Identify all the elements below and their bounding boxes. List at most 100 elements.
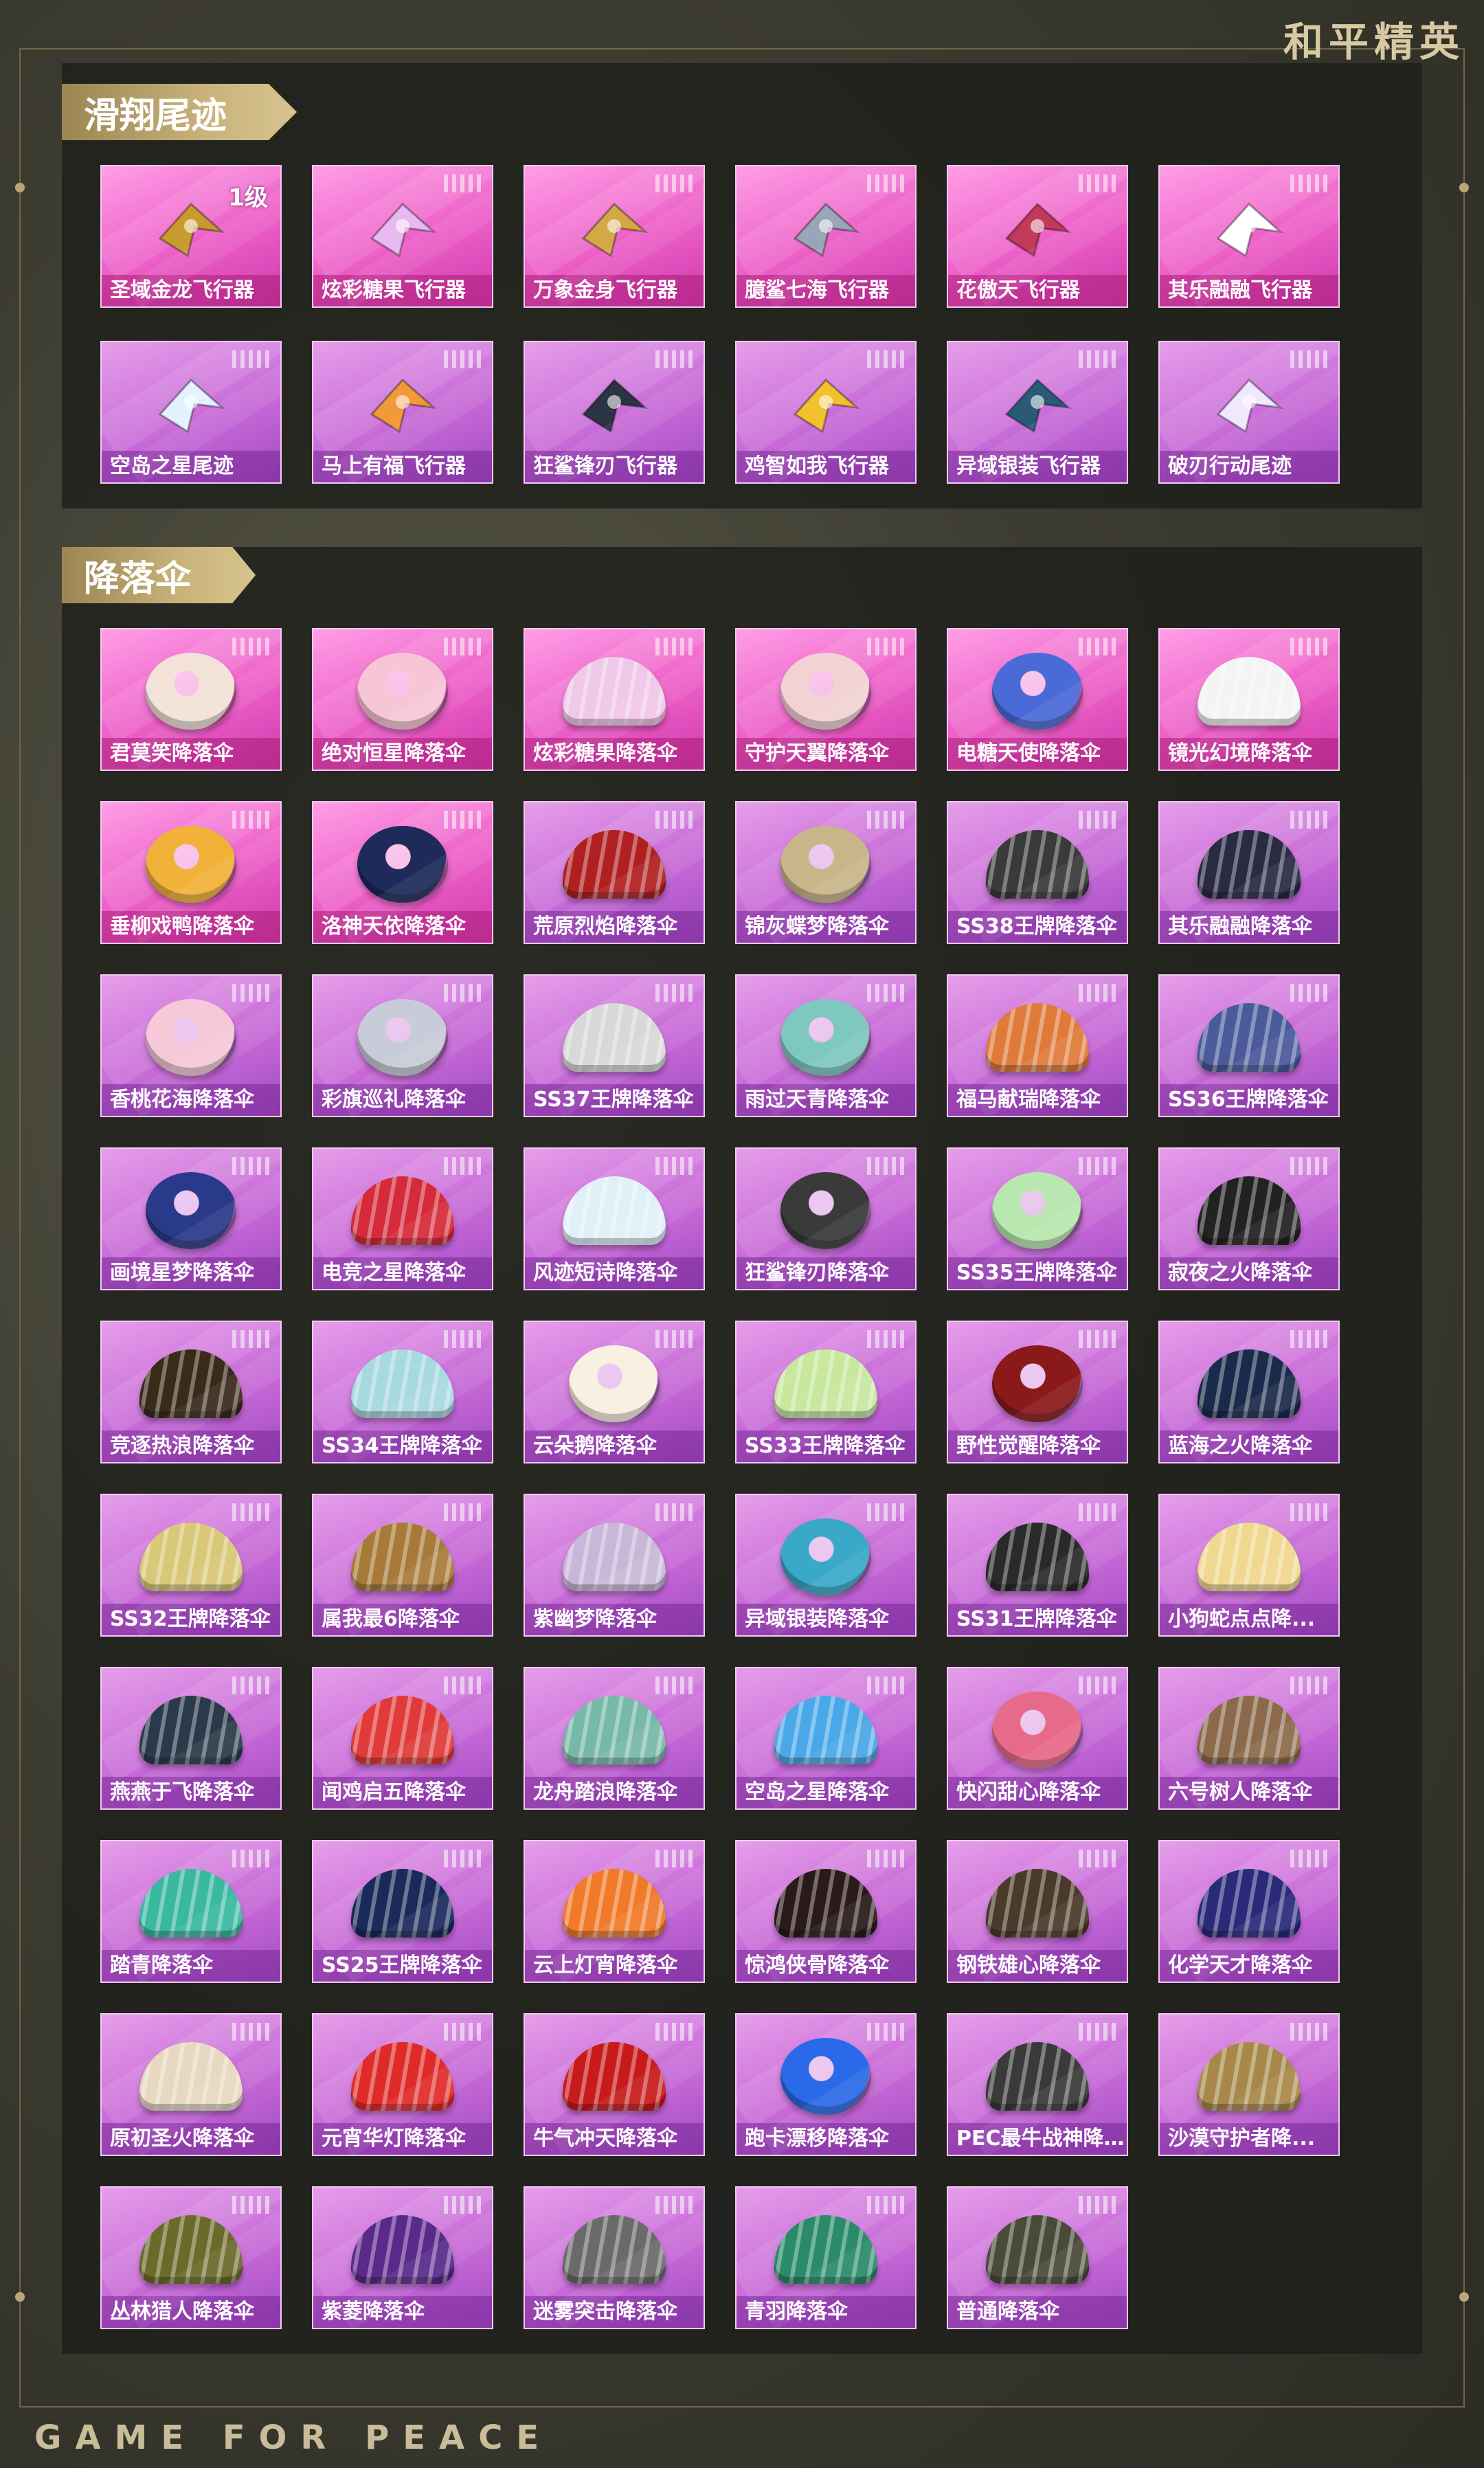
parachute-item-card[interactable]: 云朵鹅降落伞	[524, 1321, 705, 1463]
parachute-item-card[interactable]: 福马献瑞降落伞	[947, 974, 1128, 1117]
parachute-item-card[interactable]: 元宵华灯降落伞	[312, 2013, 493, 2156]
rarity-stripes-icon	[1079, 1676, 1116, 1694]
parachute-item-card[interactable]: 绝对恒星降落伞	[312, 628, 493, 771]
parachute-item-card[interactable]: 洛神天依降落伞	[312, 801, 493, 944]
parachute-item-card[interactable]: SS32王牌降落伞	[100, 1494, 282, 1637]
parachute-item-card[interactable]: SS31王牌降落伞	[947, 1494, 1128, 1637]
parachute-item-card[interactable]: 燕燕于飞降落伞	[100, 1667, 282, 1810]
item-name-label: 其乐融融降落伞	[1160, 911, 1338, 943]
parachute-item-card[interactable]: 炫彩糖果降落伞	[524, 628, 705, 771]
parachute-item-card[interactable]: 迷雾突击降落伞	[524, 2186, 705, 2329]
parachute-item-card[interactable]: 沙漠守护者降...	[1158, 2013, 1340, 2156]
trail-item-card[interactable]: 马上有福飞行器	[312, 341, 493, 484]
parachute-item-card[interactable]: 镜光幻境降落伞	[1158, 628, 1340, 771]
trail-item-card[interactable]: 其乐融融飞行器	[1158, 165, 1340, 308]
parachute-item-card[interactable]: 画境星梦降落伞	[100, 1147, 282, 1290]
parachute-item-card[interactable]: 电糖天使降落伞	[947, 628, 1128, 771]
trail-item-card[interactable]: 炫彩糖果飞行器	[312, 165, 493, 308]
rarity-stripes-icon	[655, 1503, 693, 1521]
parachute-item-card[interactable]: 异域银装降落伞	[735, 1494, 917, 1637]
parachute-item-card[interactable]: 竞逐热浪降落伞	[100, 1321, 282, 1463]
parachute-item-card[interactable]: 青羽降落伞	[735, 2186, 917, 2329]
parachute-icon	[357, 653, 448, 730]
parachute-item-card[interactable]: 紫菱降落伞	[312, 2186, 493, 2329]
parachute-item-card[interactable]: SS34王牌降落伞	[312, 1321, 493, 1463]
rarity-stripes-icon	[444, 984, 481, 1002]
trail-item-card[interactable]: 花傲天飞行器	[947, 165, 1128, 308]
parachute-item-card[interactable]: 属我最6降落伞	[312, 1494, 493, 1637]
parachute-item-card[interactable]: 君莫笑降落伞	[100, 628, 282, 771]
item-name-label: 紫菱降落伞	[313, 2296, 492, 2328]
parachute-item-card[interactable]: SS36王牌降落伞	[1158, 974, 1340, 1117]
parachute-item-card[interactable]: 垂柳戏鸭降落伞	[100, 801, 282, 944]
parachute-item-card[interactable]: SS35王牌降落伞	[947, 1147, 1128, 1290]
parachute-item-card[interactable]: 野性觉醒降落伞	[947, 1321, 1128, 1463]
item-name-label: 破刃行动尾迹	[1160, 451, 1338, 482]
item-name-label: 蓝海之火降落伞	[1160, 1431, 1338, 1462]
parachute-item-card[interactable]: SS37王牌降落伞	[524, 974, 705, 1117]
parachute-item-card[interactable]: 六号树人降落伞	[1158, 1667, 1340, 1810]
trail-item-card[interactable]: 异域银装飞行器	[947, 341, 1128, 484]
parachute-item-card[interactable]: PEC最牛战神降...	[947, 2013, 1128, 2156]
parachute-item-card[interactable]: 惊鸿侠骨降落伞	[735, 1840, 917, 1983]
parachute-item-card[interactable]: 原初圣火降落伞	[100, 2013, 282, 2156]
parachute-item-card[interactable]: 丛林猎人降落伞	[100, 2186, 282, 2329]
item-name-label: 守护天翼降落伞	[737, 738, 915, 770]
parachute-item-card[interactable]: SS38王牌降落伞	[947, 801, 1128, 944]
trail-item-card[interactable]: 鸡智如我飞行器	[735, 341, 917, 484]
parachute-item-card[interactable]: 龙舟踏浪降落伞	[524, 1667, 705, 1810]
parachute-item-card[interactable]: 牛气冲天降落伞	[524, 2013, 705, 2156]
parachute-item-card[interactable]: SS25王牌降落伞	[312, 1840, 493, 1983]
trail-item-card[interactable]: 狂鲨锋刃飞行器	[524, 341, 705, 484]
parachute-item-card[interactable]: 快闪甜心降落伞	[947, 1667, 1128, 1810]
parachute-item-card[interactable]: 空岛之星降落伞	[735, 1667, 917, 1810]
trail-item-card[interactable]: 1级 圣域金龙飞行器	[100, 165, 282, 308]
item-name-label: SS35王牌降落伞	[948, 1257, 1127, 1289]
parachute-item-card[interactable]: 守护天翼降落伞	[735, 628, 917, 771]
trail-item-card[interactable]: 万象金身飞行器	[524, 165, 705, 308]
trail-item-card[interactable]: 破刃行动尾迹	[1158, 341, 1340, 484]
trail-item-card[interactable]: 臆鲨七海飞行器	[735, 165, 917, 308]
parachute-item-card[interactable]: 闻鸡启五降落伞	[312, 1667, 493, 1810]
parachute-item-card[interactable]: 彩旗巡礼降落伞	[312, 974, 493, 1117]
rarity-stripes-icon	[1079, 811, 1116, 829]
parachute-item-card[interactable]: 云上灯宵降落伞	[524, 1840, 705, 1983]
rarity-stripes-icon	[232, 811, 269, 829]
parachute-item-card[interactable]: 风迹短诗降落伞	[524, 1147, 705, 1290]
item-name-label: 惊鸿侠骨降落伞	[737, 1950, 915, 1982]
trail-item-card[interactable]: 空岛之星尾迹	[100, 341, 282, 484]
parachute-item-card[interactable]: SS33王牌降落伞	[735, 1321, 917, 1463]
parachute-item-card[interactable]: 雨过天青降落伞	[735, 974, 917, 1117]
parachute-item-card[interactable]: 紫幽梦降落伞	[524, 1494, 705, 1637]
parachute-item-card[interactable]: 电竞之星降落伞	[312, 1147, 493, 1290]
parachute-item-card[interactable]: 化学天才降落伞	[1158, 1840, 1340, 1983]
parachute-item-card[interactable]: 跑卡漂移降落伞	[735, 2013, 917, 2156]
rarity-stripes-icon	[655, 1850, 693, 1867]
rarity-stripes-icon	[655, 1676, 693, 1694]
parachute-item-card[interactable]: 普通降落伞	[947, 2186, 1128, 2329]
parachute-icon	[139, 1523, 243, 1591]
aircraft-icon	[153, 190, 229, 266]
parachute-icon	[986, 2215, 1089, 2284]
parachute-icon	[992, 1692, 1083, 1769]
parachute-icon	[986, 830, 1089, 899]
item-name-label: 臆鲨七海飞行器	[737, 275, 915, 306]
rarity-stripes-icon	[867, 350, 904, 368]
rarity-stripes-icon	[232, 638, 269, 655]
item-name-label: 风迹短诗降落伞	[525, 1257, 704, 1289]
parachute-item-card[interactable]: 狂鲨锋刃降落伞	[735, 1147, 917, 1290]
parachute-item-card[interactable]: 小狗蛇点点降...	[1158, 1494, 1340, 1637]
item-name-label: SS25王牌降落伞	[313, 1950, 492, 1982]
parachute-item-card[interactable]: 锦灰蝶梦降落伞	[735, 801, 917, 944]
parachute-item-card[interactable]: 寂夜之火降落伞	[1158, 1147, 1340, 1290]
parachute-item-card[interactable]: 踏青降落伞	[100, 1840, 282, 1983]
parachute-item-card[interactable]: 香桃花海降落伞	[100, 974, 282, 1117]
parachute-item-card[interactable]: 钢铁雄心降落伞	[947, 1840, 1128, 1983]
parachute-item-card[interactable]: 蓝海之火降落伞	[1158, 1321, 1340, 1463]
item-name-label: 迷雾突击降落伞	[525, 2296, 704, 2328]
parachute-item-card[interactable]: 其乐融融降落伞	[1158, 801, 1340, 944]
rarity-stripes-icon	[1290, 1850, 1327, 1867]
parachute-item-card[interactable]: 荒原烈焰降落伞	[524, 801, 705, 944]
page: 和平精英 滑翔尾迹 1级 圣域金龙飞行器 炫彩糖果飞行器 万象金身飞行器 臆鲨七海飞行器…	[0, 0, 1484, 2468]
rarity-stripes-icon	[444, 1157, 481, 1175]
